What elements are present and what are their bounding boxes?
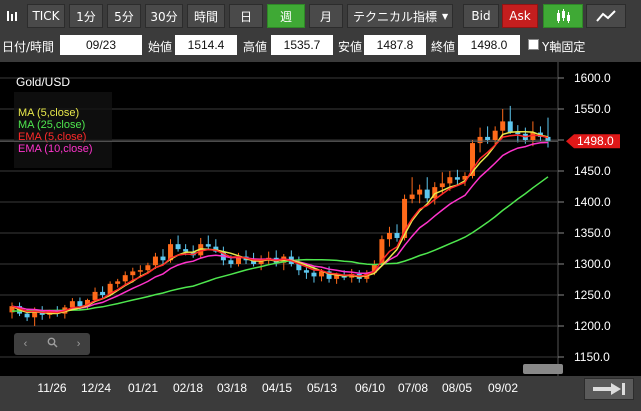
candle-body [24, 313, 30, 318]
x-tick-label: 09/02 [488, 381, 518, 395]
y-tick-label: 1200.0 [574, 319, 611, 333]
x-tick-label: 07/08 [398, 381, 428, 395]
candle-body [205, 244, 211, 247]
bars-icon[interactable] [2, 4, 24, 28]
y-tick-label: 1250.0 [574, 288, 611, 302]
high-label: 高値 [243, 40, 268, 54]
open-label: 始値 [148, 40, 173, 54]
low-label: 安値 [338, 40, 363, 54]
candlestick-icon[interactable] [543, 4, 583, 28]
y-tick-label: 1400.0 [574, 195, 611, 209]
candle-body [228, 260, 234, 264]
x-tick-label: 06/10 [355, 381, 385, 395]
tab-hour[interactable]: 時間 [187, 4, 225, 28]
x-tick-label: 02/18 [173, 381, 203, 395]
candle-body [394, 233, 400, 238]
caret-down-icon: ▼ [442, 11, 449, 21]
x-axis: 11/26 12/24 01/21 02/18 03/18 04/15 05/13 06/10… [37, 381, 518, 395]
candle-body [100, 291, 106, 295]
y-tick-label: 1350.0 [574, 226, 611, 240]
jump-to-latest-icon[interactable] [584, 378, 634, 400]
candle-body [439, 183, 445, 188]
candle-body [417, 189, 423, 195]
candle-body [424, 189, 430, 199]
scrollbar-thumb[interactable] [523, 364, 563, 374]
ask-button[interactable]: Ask [502, 4, 538, 28]
x-tick-label: 03/18 [217, 381, 247, 395]
candle-body [137, 270, 143, 272]
candle-body [485, 136, 491, 140]
candle-body [183, 249, 189, 252]
high-value: 1535.7 [271, 35, 333, 55]
candle-body [77, 301, 83, 307]
candle-body [311, 272, 317, 277]
candle-body [130, 271, 136, 276]
y-tick-label: 1450.0 [574, 164, 611, 178]
close-label: 終値 [431, 40, 456, 54]
x-tick-label: 01/21 [128, 381, 158, 395]
close-value: 1498.0 [458, 35, 520, 55]
legend-entry: MA (5,close) [18, 107, 79, 119]
tab-1min[interactable]: 1分 [69, 4, 103, 28]
candle-body [447, 177, 453, 184]
symbol-label: Gold/USD [16, 75, 70, 89]
toolbar: TICK 1分 5分 30分 時間 日 週 月 テクニカル指標 ▼ Bid As… [0, 0, 641, 32]
candle-body [409, 194, 415, 199]
candle-body [500, 121, 506, 131]
candle-body [454, 177, 460, 180]
y-axis-fix-label: Y軸固定 [542, 40, 586, 54]
candle-body [507, 121, 513, 133]
candlestick-chart: 1600.01550.01500.01450.01400.01350.01300… [0, 62, 641, 376]
x-tick-label: 04/15 [262, 381, 292, 395]
y-tick-label: 1300.0 [574, 257, 611, 271]
chart-area[interactable]: 1600.01550.01500.01450.01400.01350.01300… [0, 62, 641, 406]
legend-entry: MA (25,close) [18, 119, 85, 131]
ohlc-bar: 日付/時間 09/23 始値 1514.4 高値 1535.7 安値 1487.… [0, 32, 641, 58]
x-tick-label: 12/24 [81, 381, 111, 395]
technical-indicator-label: テクニカル指標 [353, 9, 438, 24]
tab-day[interactable]: 日 [229, 4, 263, 28]
tab-week[interactable]: 週 [267, 4, 305, 28]
candle-body [175, 244, 181, 250]
line-chart-icon[interactable] [586, 4, 626, 28]
tab-tick[interactable]: TICK [27, 4, 65, 28]
x-tick-label: 08/05 [442, 381, 472, 395]
x-tick-label: 05/13 [307, 381, 337, 395]
y-tick-label: 1600.0 [574, 71, 611, 85]
candle-body [477, 136, 483, 144]
y-axis-fix-checkbox[interactable] [528, 39, 539, 50]
candle-body [303, 270, 309, 273]
tab-5min[interactable]: 5分 [107, 4, 141, 28]
datetime-value: 09/23 [60, 35, 142, 55]
candle-body [492, 130, 498, 140]
candle-body [515, 132, 521, 135]
candle-body [92, 291, 98, 300]
legend-entry: EMA (10,close) [18, 143, 93, 155]
chevron-right-icon[interactable]: › [77, 338, 81, 350]
bid-button[interactable]: Bid [463, 4, 499, 28]
candle-body [69, 301, 75, 308]
open-value: 1514.4 [175, 35, 237, 55]
magnifier-icon[interactable] [47, 337, 58, 351]
y-tick-label: 1550.0 [574, 102, 611, 116]
y-tick-label: 1150.0 [574, 350, 610, 364]
candle-body [386, 233, 392, 240]
low-value: 1487.8 [364, 35, 426, 55]
x-tick-label: 11/26 [37, 381, 66, 395]
tab-30min[interactable]: 30分 [145, 4, 183, 28]
technical-indicator-dropdown[interactable]: テクニカル指標 ▼ [347, 4, 453, 28]
tab-month[interactable]: 月 [309, 4, 343, 28]
datetime-label: 日付/時間 [2, 40, 55, 54]
candle-body [115, 281, 121, 284]
candle-body [145, 265, 151, 271]
candle-body [160, 256, 166, 261]
candle-body [152, 256, 158, 266]
chevron-left-icon[interactable]: ‹ [24, 338, 28, 350]
candle-body [122, 275, 128, 282]
chart-nav-controls: ‹ › [14, 333, 90, 355]
current-price-label: 1498.0 [577, 134, 614, 148]
x-axis-bar: 11/26 12/24 01/21 02/18 03/18 04/15 05/13 06/10… [0, 376, 641, 406]
